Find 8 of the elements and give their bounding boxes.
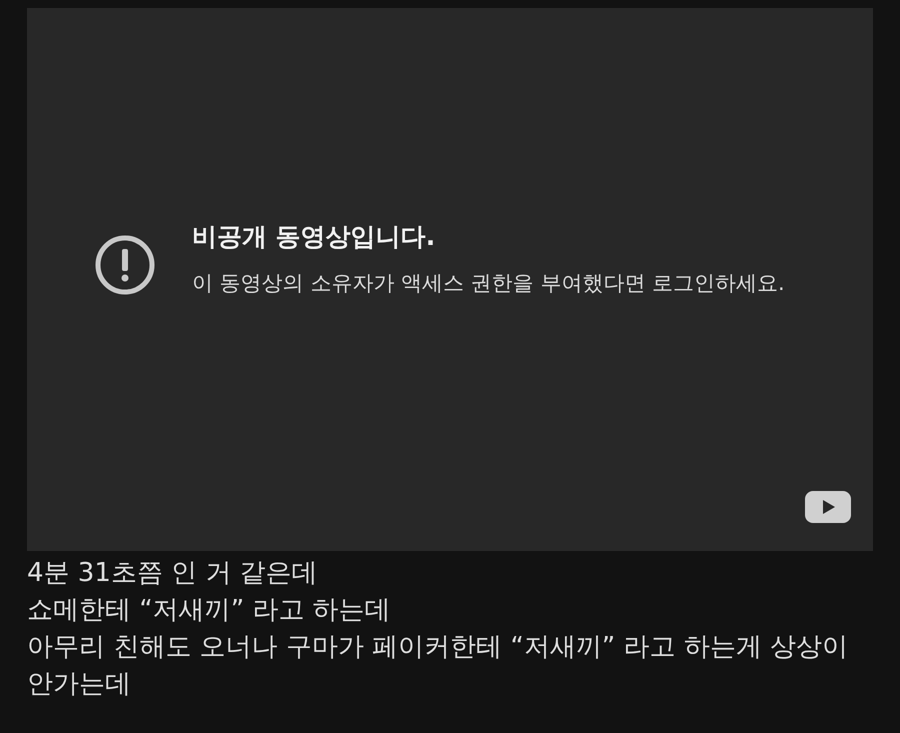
error-title: 비공개 동영상입니다. (192, 220, 436, 252)
comment-text: 안가는데 (27, 668, 132, 701)
warning-icon (94, 234, 156, 296)
error-message: 이 동영상의 소유자가 액세스 권한을 부여했다면 로그인하세요. (192, 270, 786, 296)
comment-text: 아무리 친해도 오너나 구마가 페이커한테 “저새끼” 라고 하는게 상상이 (27, 631, 850, 664)
comment-text: 4분 31초쯤 인 거 같은데 (27, 557, 319, 590)
comment-text: 쇼메한테 “저새끼” 라고 하는데 (27, 594, 392, 627)
play-logo-icon[interactable] (805, 491, 851, 523)
